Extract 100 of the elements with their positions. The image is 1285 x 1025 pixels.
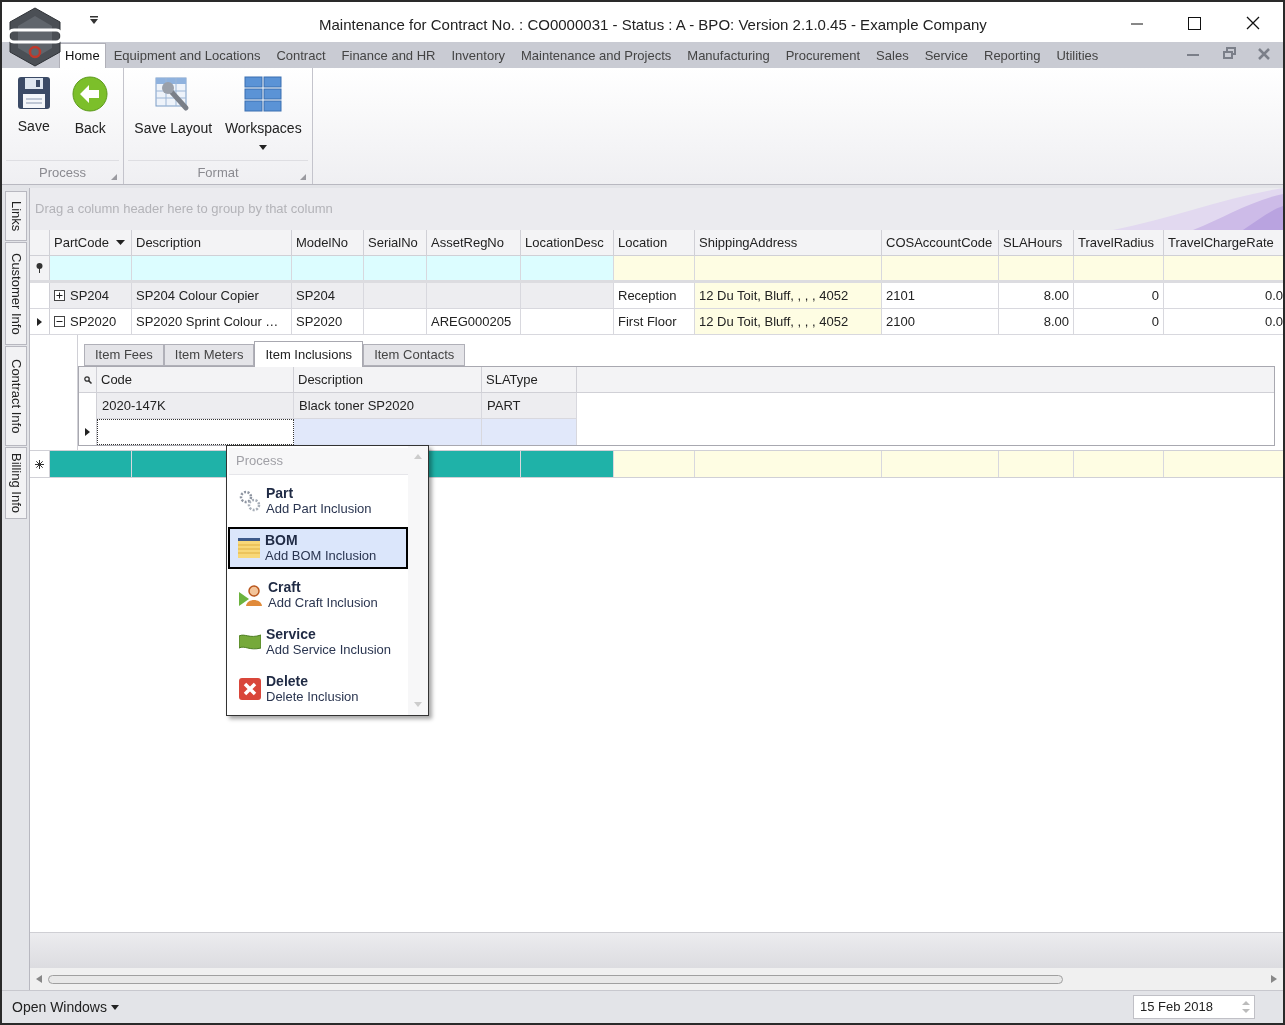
ribbon-tab[interactable]: Service xyxy=(916,43,976,68)
filter-cell[interactable] xyxy=(1164,256,1283,280)
stacked-sheets-icon xyxy=(238,538,260,558)
dialog-launcher-icon[interactable] xyxy=(300,174,306,180)
side-tab[interactable]: Contract Info xyxy=(5,346,27,446)
ribbon-tab[interactable]: Procurement xyxy=(777,43,869,68)
menu-header: Process xyxy=(236,452,283,471)
menu-item[interactable]: BOM Add BOM Inclusion xyxy=(228,527,408,569)
filter-cell[interactable] xyxy=(999,256,1074,280)
new-row-cell[interactable] xyxy=(695,451,882,477)
ribbon-button[interactable]: Back xyxy=(70,76,111,139)
side-tab[interactable]: Customer Info xyxy=(5,242,27,345)
table-cell: PART xyxy=(482,393,577,419)
menu-item[interactable]: Delete Delete Inclusion xyxy=(229,668,408,710)
table-cell[interactable] xyxy=(97,419,294,445)
column-header[interactable]: TravelRadius xyxy=(1074,230,1164,255)
ribbon-tab[interactable]: Inventory xyxy=(443,43,513,68)
side-tab[interactable]: Links xyxy=(5,191,27,241)
new-row-cell[interactable] xyxy=(521,451,614,477)
date-field[interactable]: 15 Feb 2018 xyxy=(1133,995,1255,1019)
detail-tab[interactable]: Item Inclusions xyxy=(254,341,364,367)
expand-icon[interactable] xyxy=(54,290,65,301)
detail-tab[interactable]: Item Fees xyxy=(84,344,164,366)
ribbon-button[interactable]: Save Layout xyxy=(132,76,215,139)
menu-item[interactable]: Service Add Service Inclusion xyxy=(229,621,408,663)
delete-icon xyxy=(239,678,261,700)
scroll-left-icon[interactable] xyxy=(36,975,42,983)
ribbon-tab[interactable]: Equipment and Locations xyxy=(105,43,269,68)
quick-access-dropdown-icon[interactable] xyxy=(89,15,99,25)
ribbon-tab[interactable]: Finance and HR xyxy=(333,43,444,68)
new-row-star-icon xyxy=(35,459,44,469)
new-row-cell[interactable] xyxy=(999,451,1074,477)
filter-cell[interactable] xyxy=(882,256,999,280)
new-row-cell[interactable] xyxy=(1074,451,1164,477)
collapse-icon[interactable] xyxy=(54,316,65,327)
detail-tab[interactable]: Item Meters xyxy=(163,344,255,366)
restore-icon[interactable] xyxy=(1223,47,1236,59)
column-header[interactable]: AssetRegNo xyxy=(427,230,521,255)
column-header[interactable]: PartCode xyxy=(50,230,132,255)
table-cell: 2020-147K xyxy=(97,393,294,419)
grid-tiles-icon xyxy=(244,76,283,112)
table-cell: SP204 Colour Copier xyxy=(132,283,292,308)
filter-cell[interactable] xyxy=(132,256,292,280)
filter-pin-icon[interactable] xyxy=(36,263,43,273)
ribbon-tab[interactable]: Home xyxy=(59,43,106,68)
filter-cell[interactable] xyxy=(695,256,882,280)
table-cell: 0.0 xyxy=(1164,283,1283,308)
column-header[interactable]: ShippingAddress xyxy=(695,230,882,255)
ribbon-button[interactable]: Workspaces xyxy=(222,76,304,150)
scroll-up-icon[interactable] xyxy=(414,454,422,459)
new-row-cell[interactable] xyxy=(614,451,695,477)
new-row-cell[interactable] xyxy=(427,451,521,477)
filter-cell[interactable] xyxy=(50,256,132,280)
column-header[interactable]: SLAType xyxy=(482,367,577,392)
ribbon-tab[interactable]: Reporting xyxy=(976,43,1049,68)
ribbon-tab[interactable]: Maintenance and Projects xyxy=(513,43,680,68)
open-windows-button[interactable]: Open Windows xyxy=(12,996,119,1018)
column-header[interactable]: COSAccountCode xyxy=(882,230,999,255)
scrollbar-thumb[interactable] xyxy=(48,974,1063,984)
spin-buttons-icon[interactable] xyxy=(1242,999,1250,1015)
column-header[interactable]: SerialNo xyxy=(364,230,427,255)
filter-cell[interactable] xyxy=(292,256,364,280)
table-cell: 8.00 xyxy=(999,283,1074,308)
ribbon-tab[interactable]: Sales xyxy=(868,43,917,68)
column-header[interactable]: Code xyxy=(97,367,294,392)
filter-cell[interactable] xyxy=(614,256,695,280)
new-row-cell[interactable] xyxy=(1164,451,1283,477)
scroll-right-icon[interactable] xyxy=(1271,975,1277,983)
close-icon[interactable] xyxy=(1246,16,1260,30)
column-header[interactable]: Location xyxy=(614,230,695,255)
table-cell: AREG000205 xyxy=(427,309,521,334)
filter-cell[interactable] xyxy=(1074,256,1164,280)
ribbon-button[interactable]: Save xyxy=(14,76,53,137)
column-header[interactable]: ModelNo xyxy=(292,230,364,255)
table-cell: 0.0 xyxy=(1164,309,1283,334)
detail-tab[interactable]: Item Contacts xyxy=(363,344,466,366)
table-cell: 2101 xyxy=(882,283,999,308)
maximize-icon[interactable] xyxy=(1188,17,1201,30)
column-header[interactable]: TravelChargeRate xyxy=(1164,230,1283,255)
column-header[interactable]: Description xyxy=(132,230,292,255)
new-row-cell[interactable] xyxy=(882,451,999,477)
column-header[interactable]: Description xyxy=(294,367,482,392)
search-icon[interactable] xyxy=(83,375,92,384)
scroll-down-icon[interactable] xyxy=(414,702,422,707)
ribbon-tab[interactable]: Manufacturing xyxy=(679,43,778,68)
menu-item[interactable]: Craft Add Craft Inclusion xyxy=(229,574,408,616)
table-cell: Black toner SP2020 xyxy=(294,393,482,419)
side-tab[interactable]: Billing Info xyxy=(5,447,27,519)
filter-cell[interactable] xyxy=(427,256,521,280)
column-header[interactable]: LocationDesc xyxy=(521,230,614,255)
menu-item[interactable]: Part Add Part Inclusion xyxy=(229,480,408,522)
group-caption: Format xyxy=(197,163,239,182)
column-header[interactable]: SLAHours xyxy=(999,230,1074,255)
ribbon-tab[interactable]: Contract xyxy=(268,43,334,68)
ribbon-tab[interactable]: Utilities xyxy=(1048,43,1107,68)
new-row-cell[interactable] xyxy=(50,451,132,477)
table-cell: SP204 xyxy=(50,283,132,308)
dialog-launcher-icon[interactable] xyxy=(111,174,117,180)
filter-cell[interactable] xyxy=(521,256,614,280)
filter-cell[interactable] xyxy=(364,256,427,280)
